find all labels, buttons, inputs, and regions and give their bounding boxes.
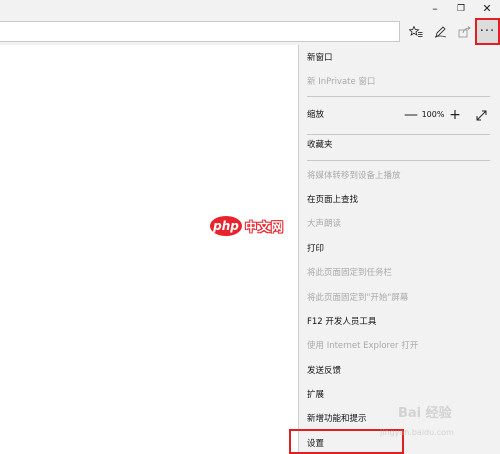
baidu-watermark-url: jingyan.baidu.com	[380, 428, 454, 437]
address-bar[interactable]	[0, 21, 400, 42]
more-actions-menu: 新窗口 新 InPrivate 窗口 缩放 — 100% + 收藏夹 将媒体转移…	[298, 45, 500, 454]
php-watermark-text: 中文网	[245, 219, 285, 234]
menu-separator	[307, 96, 490, 97]
baidu-watermark-text: Bai 经验	[398, 406, 452, 421]
menu-item-new-window[interactable]: 新窗口	[307, 48, 333, 68]
zoom-out-button[interactable]: —	[403, 105, 419, 125]
close-button[interactable]: ✕	[474, 0, 500, 18]
maximize-button[interactable]: ❐	[448, 0, 474, 18]
menu-separator	[307, 134, 490, 135]
menu-item-extensions[interactable]: 扩展	[307, 385, 324, 405]
page-content	[0, 45, 298, 454]
title-bar: – ❐ ✕	[0, 0, 500, 18]
zoom-row: 缩放 — 100% +	[307, 105, 493, 125]
php-logo: php	[210, 216, 242, 236]
menu-item-read-aloud[interactable]: 大声朗读	[307, 214, 341, 234]
baidu-watermark: Bai 经验 jingyan.baidu.com	[380, 398, 500, 448]
menu-item-dev-tools[interactable]: F12 开发人员工具	[307, 312, 376, 332]
menu-item-pin-to-taskbar[interactable]: 将此页面固定到任务栏	[307, 263, 392, 283]
menu-item-print[interactable]: 打印	[307, 239, 324, 259]
menu-item-zoom: 缩放	[307, 110, 325, 120]
more-actions-button[interactable]: ···	[475, 18, 500, 45]
zoom-in-button[interactable]: +	[447, 105, 463, 125]
menu-item-send-feedback[interactable]: 发送反馈	[307, 361, 341, 381]
menu-separator	[307, 160, 490, 161]
menu-item-new-inprivate[interactable]: 新 InPrivate 窗口	[307, 72, 375, 92]
menu-item-cast-media[interactable]: 将媒体转移到设备上播放	[307, 166, 401, 186]
toolbar: ···	[0, 18, 500, 45]
fullscreen-icon[interactable]	[473, 105, 489, 125]
favorites-hub-icon[interactable]	[405, 21, 427, 42]
php-watermark: php 中文网	[210, 215, 284, 237]
menu-item-open-with-ie[interactable]: 使用 Internet Explorer 打开	[307, 336, 418, 356]
web-note-icon[interactable]	[429, 21, 451, 42]
menu-item-find-on-page[interactable]: 在页面上查找	[307, 190, 358, 210]
menu-item-pin-to-start[interactable]: 将此页面固定到"开始"屏幕	[307, 288, 408, 308]
minimize-button[interactable]: –	[422, 0, 448, 18]
menu-item-whats-new[interactable]: 新增功能和提示	[307, 409, 367, 429]
zoom-level: 100%	[421, 110, 445, 119]
share-icon[interactable]	[453, 21, 475, 42]
menu-item-favorites[interactable]: 收藏夹	[307, 135, 333, 155]
